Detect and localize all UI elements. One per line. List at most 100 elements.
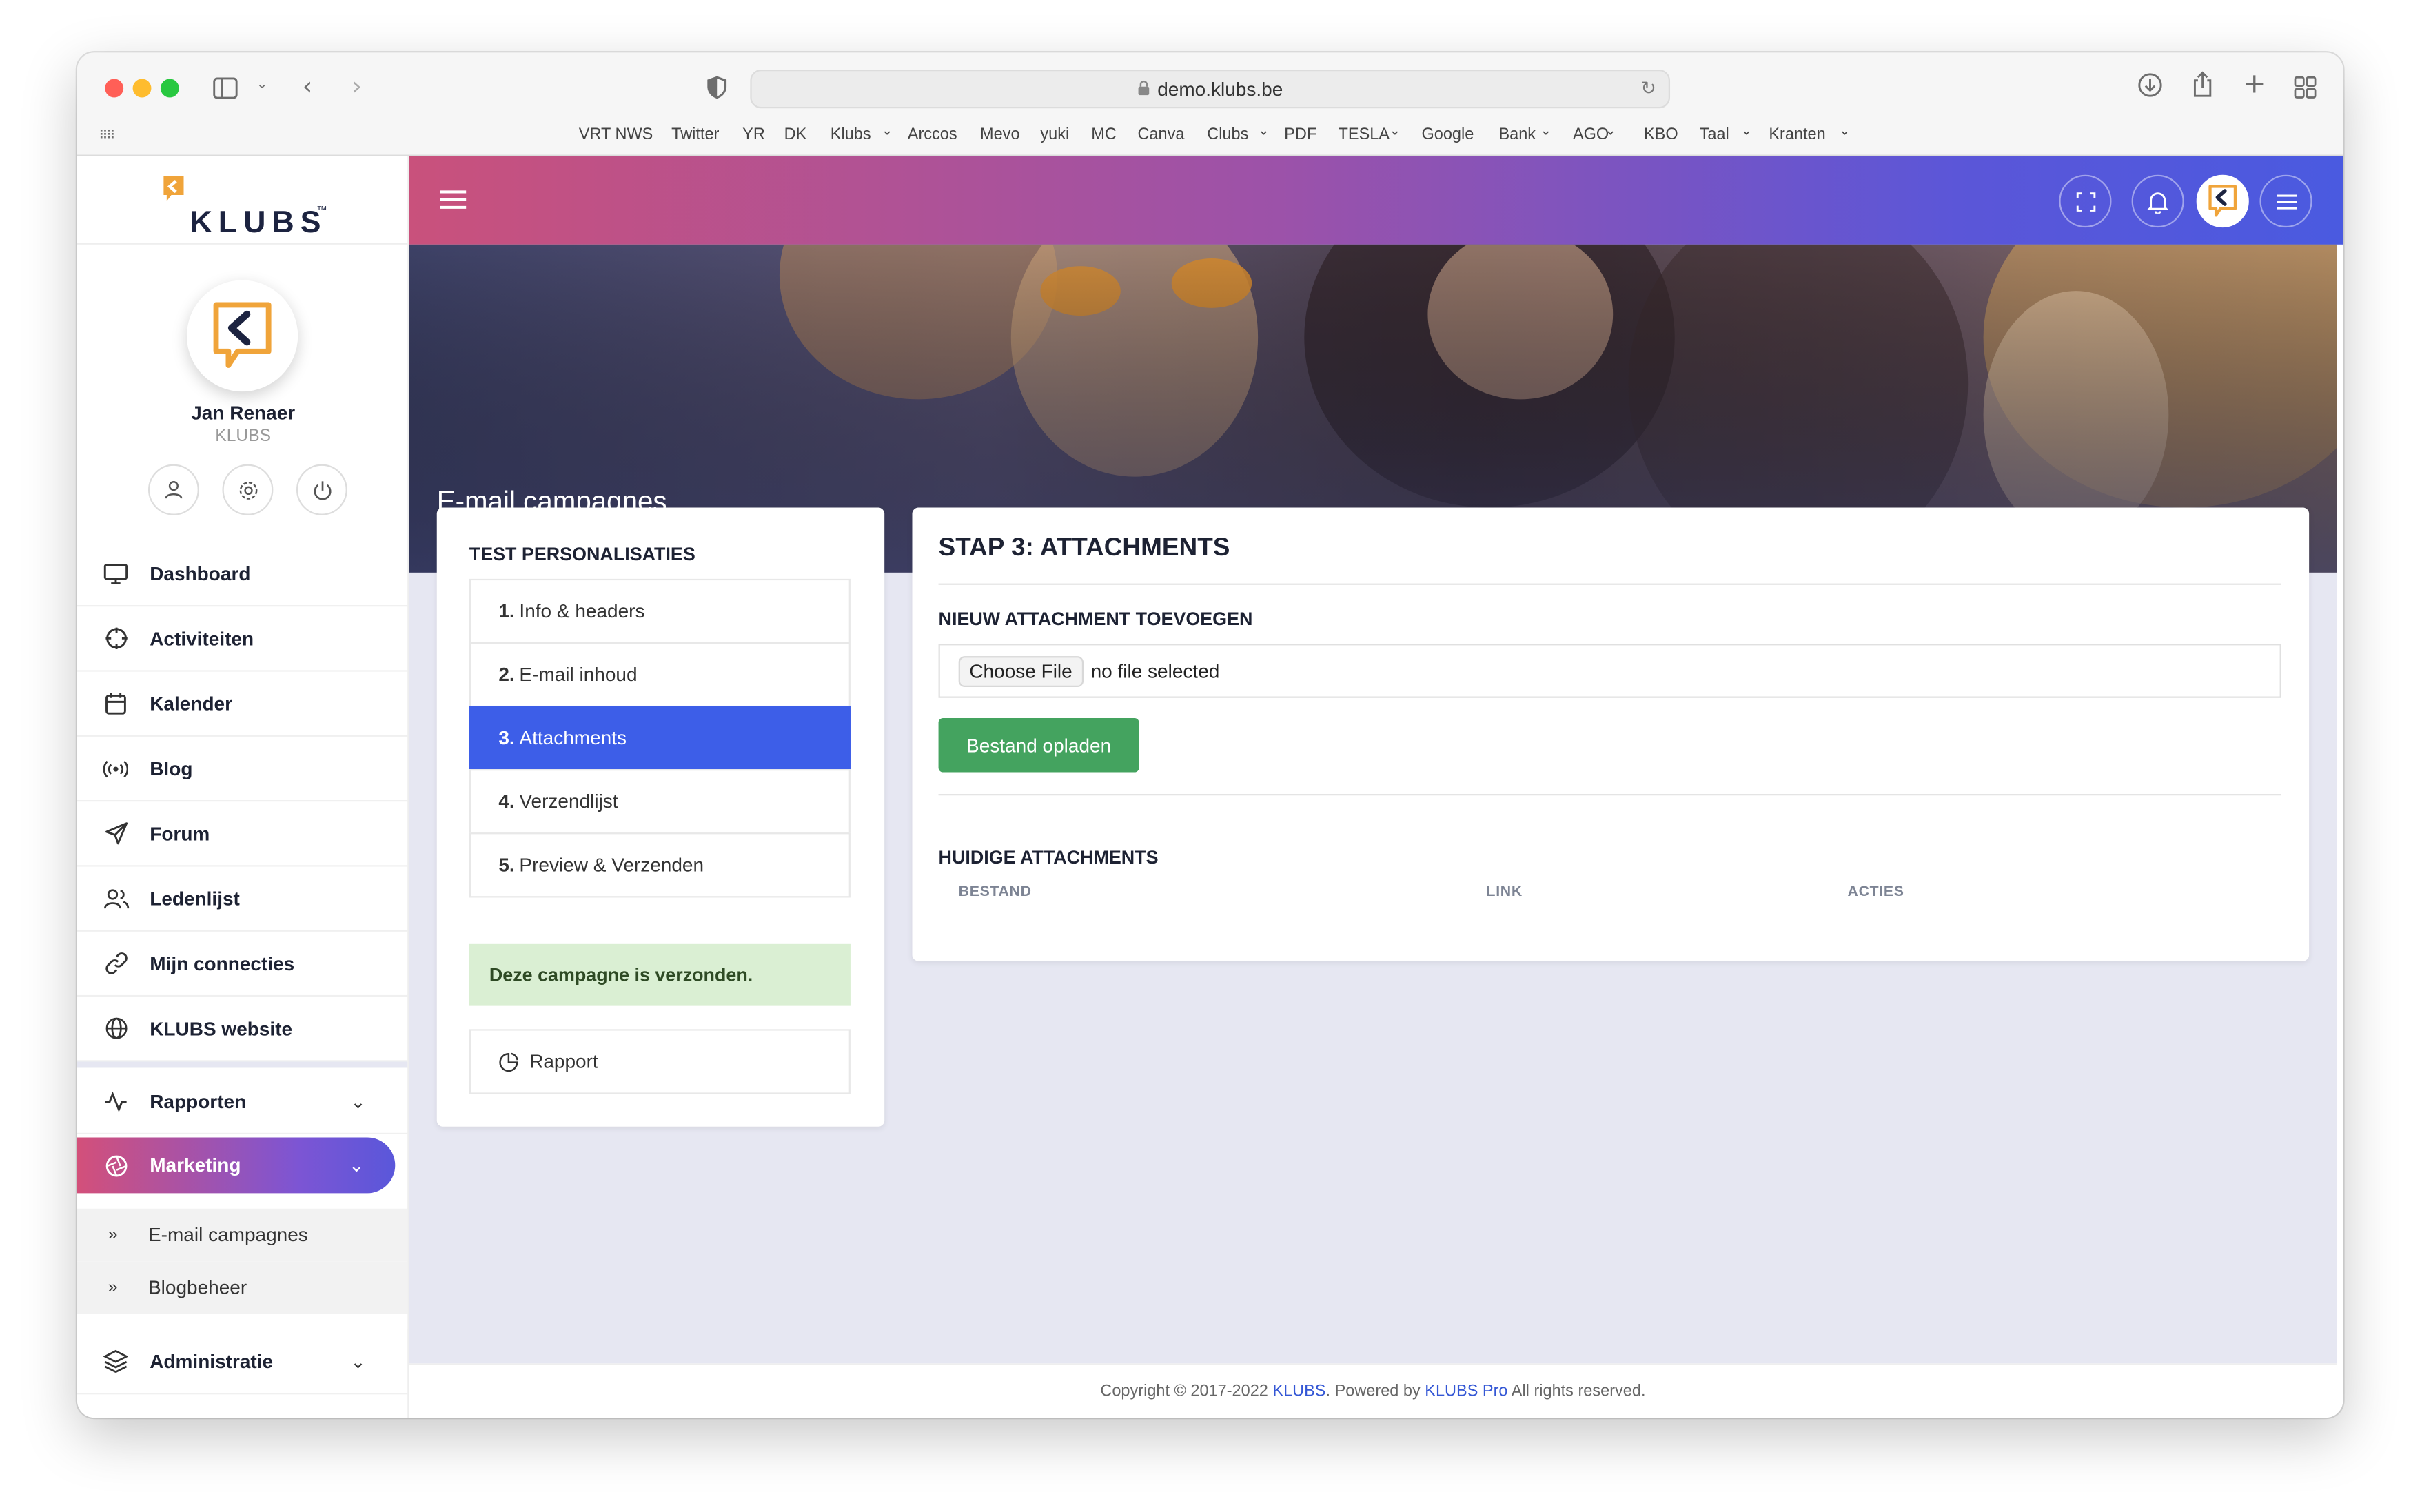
sidebar-item-rapporten[interactable]: Rapporten ⌄ (77, 1070, 408, 1135)
user-avatar-button[interactable] (2196, 174, 2249, 228)
user-org: KLUBS (215, 427, 272, 446)
sidebar-item-kalender[interactable]: Kalender (77, 672, 408, 737)
reload-icon[interactable]: ↻ (1640, 77, 1656, 99)
steps-title: TEST PERSONALISATIES (469, 543, 695, 565)
file-status: no file selected (1090, 660, 1220, 682)
bookmark-mc[interactable]: MC (1091, 125, 1117, 144)
sidebar-item-marketing[interactable]: Marketing ⌄ (77, 1137, 396, 1194)
attachments-card: STAP 3: ATTACHMENTS NIEUW ATTACHMENT TOE… (912, 507, 2310, 961)
bookmark-twitter[interactable]: Twitter (671, 125, 719, 144)
logout-button[interactable] (296, 464, 347, 515)
bookmark-dk[interactable]: DK (784, 125, 807, 144)
submenu-item-blogbeheer[interactable]: » Blogbeheer (77, 1261, 408, 1314)
bookmark-arccos[interactable]: Arccos (908, 125, 957, 144)
minimize-window-button[interactable] (132, 79, 152, 98)
bookmark-google[interactable]: Google (1421, 125, 1474, 144)
upload-button[interactable]: Bestand opladen (938, 717, 1139, 773)
sidebar-item-label: Administratie (150, 1350, 274, 1372)
bookmark-klubs[interactable]: Klubs (831, 125, 871, 144)
footer-pro-link[interactable]: KLUBS Pro (1425, 1382, 1507, 1400)
tab-overview-icon[interactable] (2294, 76, 2317, 105)
sidebar-item-label: Rapporten (150, 1090, 247, 1112)
back-icon[interactable]: ‹ (303, 71, 312, 101)
bookmark-kranten[interactable]: Kranten (1769, 125, 1825, 144)
steps-card: TEST PERSONALISATIES 1. Info & headers 2. E… (436, 507, 885, 1127)
step-4[interactable]: 4. Verzendlijst (469, 769, 851, 835)
chevron-down-icon: ⌄ (1540, 122, 1552, 138)
bookmark-taal[interactable]: Taal (1700, 125, 1729, 144)
sidebar-item-ledenlijst[interactable]: Ledenlijst (77, 867, 408, 932)
sidebar-item-dashboard[interactable]: Dashboard (77, 542, 408, 607)
chevron-down-icon: ⌄ (1740, 122, 1753, 138)
avatar[interactable] (186, 280, 298, 392)
file-input[interactable]: Choose File no file selected (938, 644, 2281, 698)
klubs-avatar-icon (213, 302, 272, 368)
maximize-window-button[interactable] (160, 79, 179, 98)
sidebar: KLUBS ™ Jan Renaer KLUBS Dashboard Activi… (77, 156, 409, 1418)
bookmark-ago[interactable]: AGO (1573, 125, 1609, 144)
step-1[interactable]: 1. Info & headers (469, 578, 851, 644)
share-icon[interactable] (2192, 71, 2213, 105)
sidebar-item-klubs-website[interactable]: KLUBS website (77, 997, 408, 1062)
power-icon (313, 480, 331, 500)
menu-toggle-icon[interactable] (440, 189, 467, 218)
bookmark-mevo[interactable]: Mevo (980, 125, 1020, 144)
choose-file-button[interactable]: Choose File (958, 655, 1084, 686)
divider (938, 793, 2281, 796)
download-icon[interactable] (2138, 73, 2163, 104)
logo[interactable]: KLUBS ™ (77, 156, 408, 245)
bookmark-tesla[interactable]: TESLA (1339, 125, 1390, 144)
sidebar-item-blog[interactable]: Blog (77, 737, 408, 802)
notifications-button[interactable] (2131, 174, 2184, 228)
bookmark-kbo[interactable]: KBO (1644, 125, 1678, 144)
chevron-down-icon[interactable]: ⌄ (256, 77, 268, 92)
pie-chart-icon (499, 1052, 518, 1072)
options-menu-button[interactable] (2259, 174, 2312, 228)
trademark: ™ (316, 205, 327, 217)
upload-button-label: Bestand opladen (966, 734, 1112, 756)
bookmark-vrt-nws[interactable]: VRT NWS (579, 125, 653, 144)
globe-icon (102, 1016, 130, 1040)
table-header-acties: ACTIES (1847, 883, 1904, 901)
submenu-item-email-campagnes[interactable]: » E-mail campagnes (77, 1208, 408, 1262)
sidebar-item-label: Ledenlijst (150, 887, 240, 910)
chevron-down-icon: ⌄ (881, 122, 893, 138)
sidebar-item-label: Dashboard (150, 562, 251, 584)
browser-window: ⌄ ‹ › demo.klubs.be ↻ + ⠿⠿ VRT NWS Twitte… (77, 52, 2343, 1418)
fullscreen-button[interactable] (2059, 174, 2112, 228)
bookmark-bank[interactable]: Bank (1498, 125, 1536, 144)
step-label: Preview & Verzenden (519, 854, 704, 877)
bookmark-yr[interactable]: YR (742, 125, 765, 144)
nav-divider (77, 1061, 408, 1068)
url-text: demo.klubs.be (1157, 78, 1283, 100)
footer-brand-link[interactable]: KLUBS (1272, 1382, 1325, 1400)
apps-grid-icon[interactable]: ⠿⠿ (99, 128, 115, 142)
settings-button[interactable] (222, 464, 274, 515)
sidebar-item-label: Marketing (150, 1154, 241, 1176)
sidebar-toggle-icon[interactable] (213, 76, 238, 105)
chevron-down-icon: ⌄ (1605, 122, 1616, 138)
sidebar-item-administratie[interactable]: Administratie ⌄ (77, 1329, 408, 1395)
forward-icon[interactable]: › (352, 71, 362, 101)
address-bar[interactable]: demo.klubs.be ↻ (750, 70, 1671, 109)
report-button[interactable]: Rapport (469, 1029, 851, 1094)
sidebar-item-activiteiten[interactable]: Activiteiten (77, 606, 408, 672)
shield-icon[interactable] (707, 76, 727, 105)
sidebar-item-mijn-connecties[interactable]: Mijn connecties (77, 932, 408, 997)
fullscreen-icon (2075, 192, 2095, 211)
chevron-down-icon: ⌄ (1258, 122, 1270, 138)
chevron-down-icon: ⌄ (1389, 122, 1401, 138)
bookmark-pdf[interactable]: PDF (1284, 125, 1316, 144)
close-window-button[interactable] (105, 79, 124, 98)
step-5[interactable]: 5. Preview & Verzenden (469, 832, 851, 898)
step-2[interactable]: 2. E-mail inhoud (469, 642, 851, 708)
bookmark-clubs[interactable]: Clubs (1207, 125, 1248, 144)
bookmark-yuki[interactable]: yuki (1040, 125, 1069, 144)
step-3[interactable]: 3. Attachments (469, 705, 851, 771)
profile-button[interactable] (147, 464, 199, 515)
app-topbar (409, 156, 2343, 245)
sent-notice: Deze campagne is verzonden. (469, 943, 851, 1006)
new-tab-icon[interactable]: + (2243, 68, 2266, 101)
sidebar-item-forum[interactable]: Forum (77, 801, 408, 867)
bookmark-canva[interactable]: Canva (1137, 125, 1184, 144)
